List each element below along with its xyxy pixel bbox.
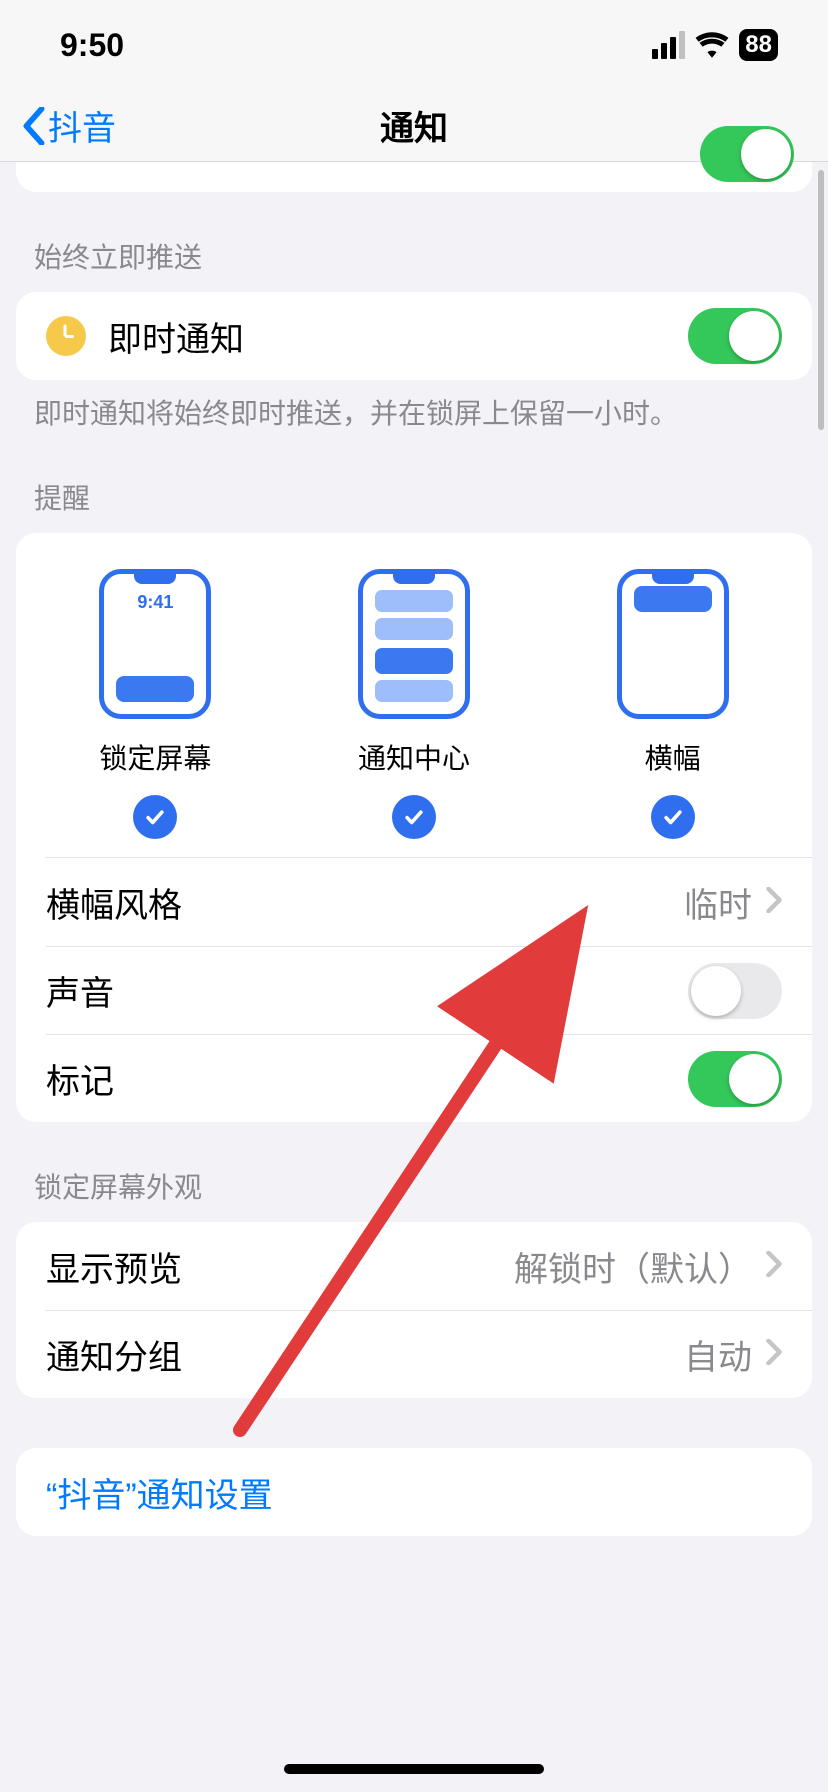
alert-option-notification-center-label: 通知中心	[358, 737, 470, 777]
instant-delivery-group: 始终立即推送 即时通知 即时通知将始终即时推送，并在锁屏上保留一小时。	[16, 208, 812, 433]
show-previews-label: 显示预览	[46, 1242, 182, 1291]
lock-screen-appearance-header: 锁定屏幕外观	[16, 1138, 812, 1222]
status-time: 9:50	[60, 27, 124, 64]
alerts-group: 提醒 9:41 锁定屏幕	[16, 449, 812, 1122]
chevron-right-icon	[766, 1335, 782, 1374]
app-notification-settings-link[interactable]: “抖音”通知设置	[16, 1448, 812, 1536]
scroll-indicator[interactable]	[818, 170, 824, 430]
instant-delivery-header: 始终立即推送	[16, 208, 812, 292]
badges-label: 标记	[46, 1054, 114, 1103]
alert-option-banner-label: 横幅	[645, 737, 701, 777]
checkmark-icon	[651, 795, 695, 839]
battery-indicator: 88	[739, 29, 778, 61]
instant-notifications-row[interactable]: 即时通知	[16, 292, 812, 380]
notification-grouping-row[interactable]: 通知分组 自动	[46, 1310, 812, 1398]
notification-center-preview-icon	[358, 569, 470, 719]
alert-option-lock-screen[interactable]: 9:41 锁定屏幕	[99, 569, 211, 839]
allow-notifications-toggle[interactable]	[700, 126, 794, 182]
home-indicator[interactable]	[284, 1764, 544, 1774]
sounds-label: 声音	[46, 966, 114, 1015]
wifi-icon	[695, 32, 729, 58]
back-button[interactable]: 抖音	[22, 90, 116, 161]
show-previews-row[interactable]: 显示预览 解锁时（默认）	[16, 1222, 812, 1310]
checkmark-icon	[133, 795, 177, 839]
back-label: 抖音	[48, 101, 116, 150]
sounds-toggle[interactable]	[688, 963, 782, 1019]
badges-row[interactable]: 标记	[46, 1034, 812, 1122]
status-indicators: 88	[652, 29, 778, 61]
clock-icon	[46, 316, 86, 356]
status-bar: 9:50 88	[0, 0, 828, 90]
app-notification-settings-label: “抖音”通知设置	[46, 1468, 273, 1517]
sounds-row[interactable]: 声音	[46, 946, 812, 1034]
instant-notifications-toggle[interactable]	[688, 308, 782, 364]
battery-percent: 88	[745, 31, 772, 59]
content: 始终立即推送 即时通知 即时通知将始终即时推送，并在锁屏上保留一小时。 提醒	[0, 162, 828, 1612]
instant-delivery-footer: 即时通知将始终即时推送，并在锁屏上保留一小时。	[16, 380, 812, 433]
alert-option-banner[interactable]: 横幅	[617, 569, 729, 839]
banner-style-label: 横幅风格	[46, 878, 182, 927]
alert-option-notification-center[interactable]: 通知中心	[358, 569, 470, 839]
banner-preview-icon	[617, 569, 729, 719]
badges-toggle[interactable]	[688, 1051, 782, 1107]
chevron-right-icon	[766, 1247, 782, 1286]
cellular-icon	[652, 31, 685, 59]
alerts-header: 提醒	[16, 449, 812, 533]
allow-notifications-row-partial[interactable]	[16, 162, 812, 192]
instant-notifications-label: 即时通知	[108, 312, 244, 361]
lock-screen-preview-icon: 9:41	[99, 569, 211, 719]
lock-screen-appearance-group: 锁定屏幕外观 显示预览 解锁时（默认） 通知分组 自动	[16, 1138, 812, 1398]
banner-style-value: 临时	[684, 878, 752, 927]
notification-grouping-value: 自动	[684, 1330, 752, 1379]
page-title: 通知	[380, 101, 448, 150]
banner-style-row[interactable]: 横幅风格 临时	[16, 858, 812, 946]
alert-option-lock-screen-label: 锁定屏幕	[99, 737, 211, 777]
chevron-right-icon	[766, 883, 782, 922]
checkmark-icon	[392, 795, 436, 839]
notification-grouping-label: 通知分组	[46, 1330, 182, 1379]
app-settings-group: “抖音”通知设置	[16, 1448, 812, 1536]
show-previews-value: 解锁时（默认）	[514, 1242, 752, 1291]
